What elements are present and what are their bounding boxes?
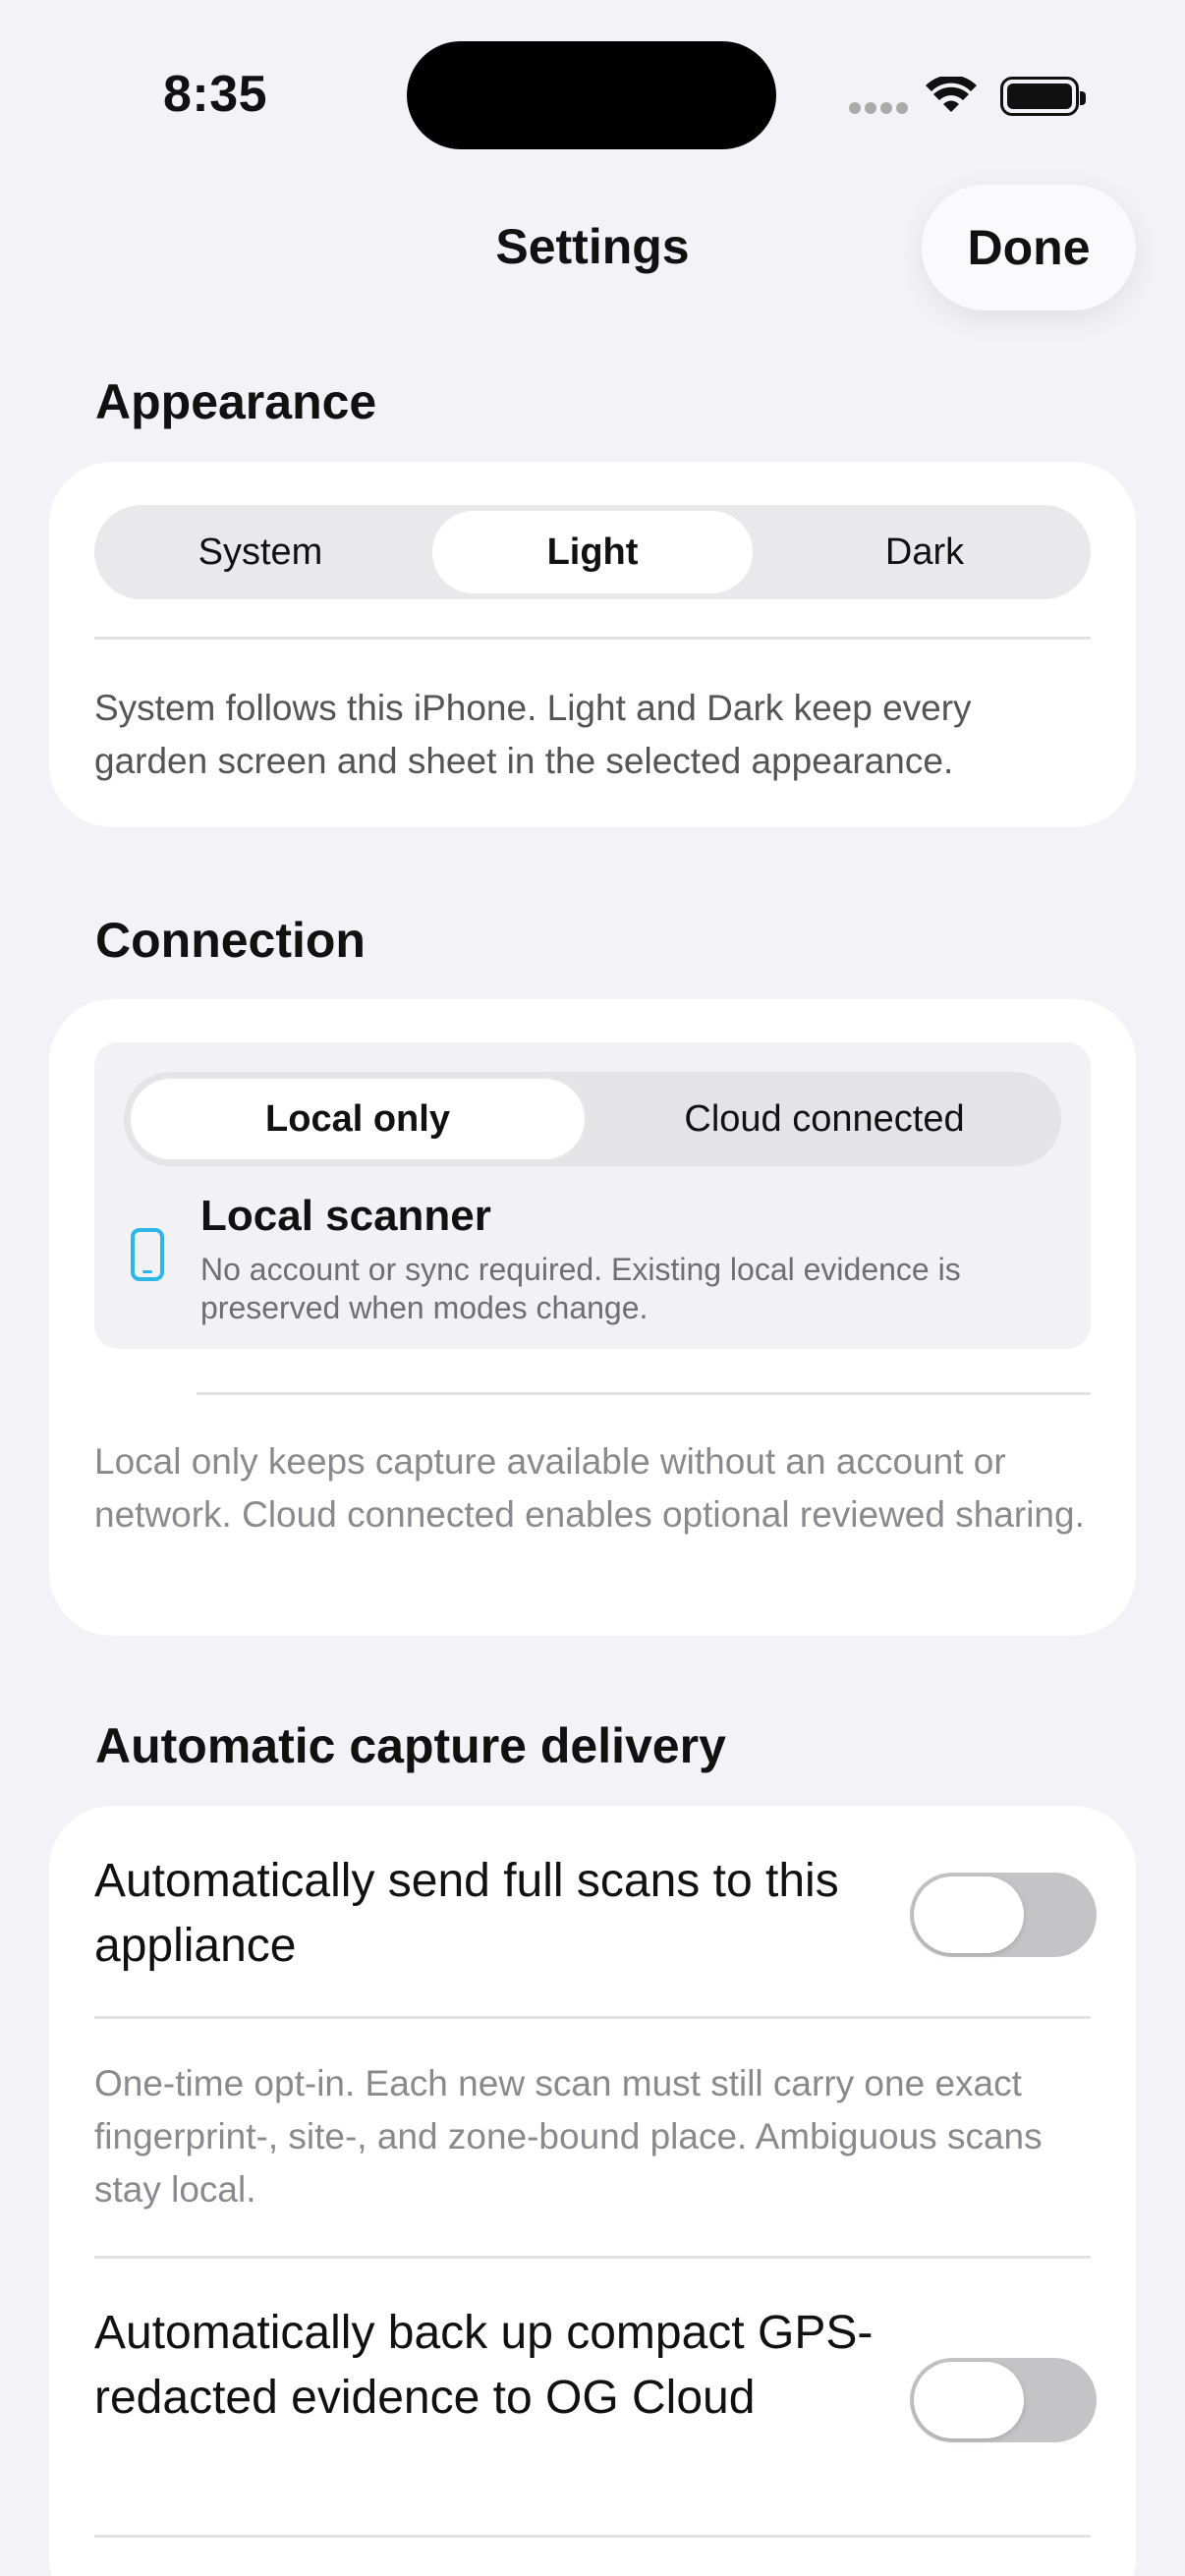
appearance-option-system[interactable]: System [100,511,421,593]
connection-mode-panel: Local only Cloud connected Local scanner… [94,1042,1091,1349]
capture-delivery-header: Automatic capture delivery [95,1718,726,1773]
connection-option-cloud-connected[interactable]: Cloud connected [592,1076,1057,1162]
phone-icon [131,1228,164,1281]
appearance-card: System Light Dark System follows this iP… [49,462,1136,827]
dynamic-island [407,41,776,149]
settings-screen: 8:35 Settings Done Appearance System Lig… [0,0,1185,2576]
send-full-scans-note: One-time opt-in. Each new scan must stil… [94,2063,1043,2210]
appearance-option-dark[interactable]: Dark [764,511,1085,593]
connection-segmented-control: Local only Cloud connected [124,1072,1061,1166]
status-time: 8:35 [163,66,268,123]
divider [94,637,1091,640]
send-full-scans-label: Automatically send full scans to this ap… [94,1855,839,1972]
battery-icon [1000,77,1086,116]
local-scanner-title: Local scanner [200,1192,491,1240]
divider [197,1392,1091,1395]
wifi-icon [926,77,977,112]
appearance-segmented-control: System Light Dark [94,505,1091,599]
backup-evidence-toggle[interactable] [910,2358,1097,2442]
local-scanner-description: No account or sync required. Existing lo… [200,1252,961,1325]
done-button[interactable]: Done [922,185,1136,310]
connection-card: Local only Cloud connected Local scanner… [49,999,1136,1636]
capture-delivery-card: Automatically send full scans to this ap… [49,1806,1136,2576]
appearance-header: Appearance [95,374,377,429]
connection-header: Connection [95,913,366,968]
divider [94,2016,1091,2019]
connection-note: Local only keeps capture available witho… [94,1441,1085,1535]
connection-option-local-only[interactable]: Local only [128,1076,588,1162]
backup-evidence-label: Automatically back up compact GPS-redact… [94,2307,874,2424]
send-full-scans-toggle[interactable] [910,1873,1097,1957]
divider [94,2256,1091,2259]
divider [94,2535,1091,2538]
appearance-note: System follows this iPhone. Light and Da… [94,688,972,781]
appearance-option-light[interactable]: Light [432,511,753,593]
cellular-signal-icon [849,102,908,116]
